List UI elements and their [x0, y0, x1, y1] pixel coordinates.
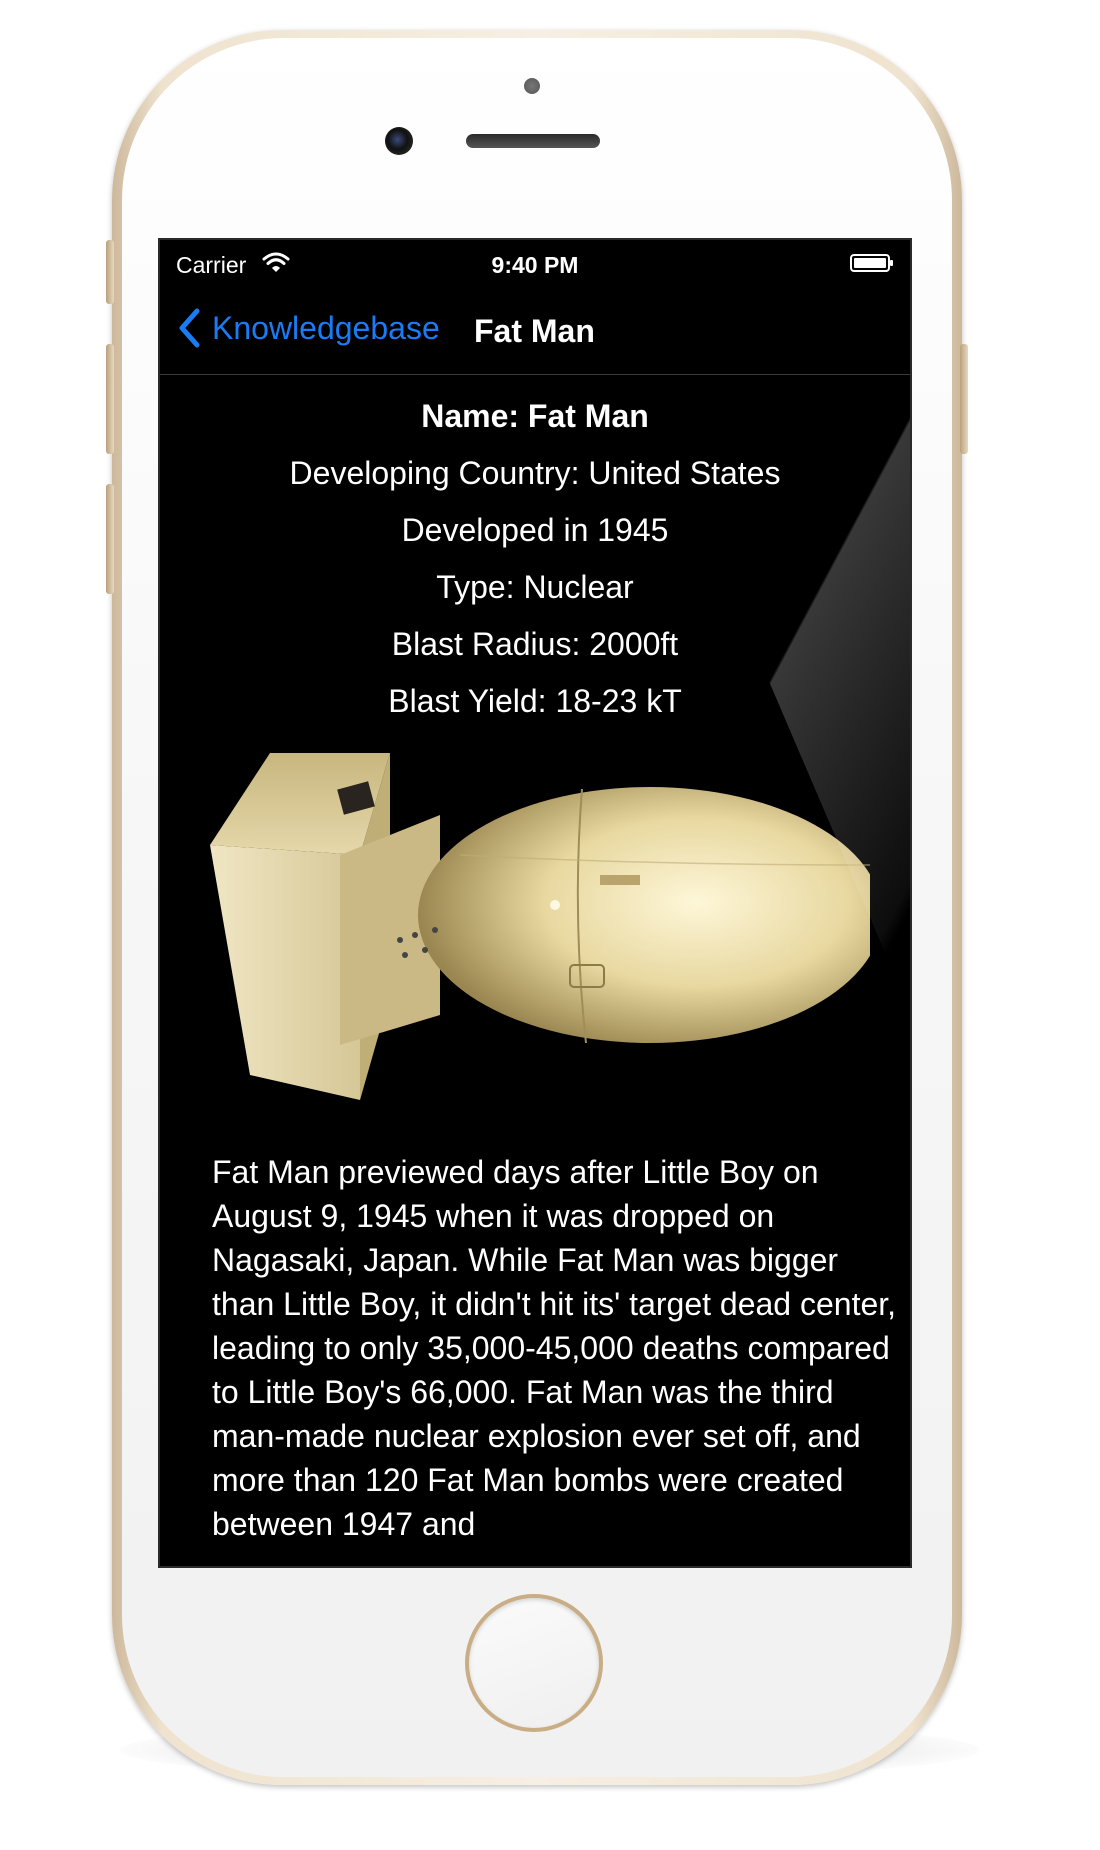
- detail-blast-radius: Blast Radius: 2000ft: [391, 626, 679, 662]
- detail-country: Developing Country: United States: [289, 455, 781, 491]
- chevron-left-icon: [179, 308, 200, 348]
- side-button-mute: [106, 240, 114, 304]
- navigation-bar: Knowledgebase Fat Man: [160, 286, 910, 375]
- earpiece-speaker: [466, 134, 600, 148]
- battery-icon: [850, 254, 893, 272]
- back-button-label: Knowledgebase: [212, 309, 440, 346]
- detail-developed: Developed in 1945: [401, 512, 669, 548]
- description-text: Fat Man previewed days after Little Boy …: [212, 1154, 897, 1542]
- weapon-details: Name: Fat Man Developing Country: United…: [160, 388, 910, 730]
- side-button-volume-up: [106, 344, 114, 454]
- screen: Carrier 9:40 PM Knowledgebase Fat Man Na…: [158, 238, 912, 1568]
- detail-name: Name: Fat Man: [421, 398, 649, 434]
- fat-man-bomb-image: [210, 753, 870, 1100]
- home-button[interactable]: [465, 1594, 603, 1732]
- front-camera: [385, 127, 413, 155]
- nav-title: Fat Man: [474, 313, 595, 349]
- status-time: 9:40 PM: [491, 252, 579, 278]
- side-button-power: [960, 344, 968, 454]
- proximity-sensor: [524, 78, 540, 94]
- status-bar: Carrier 9:40 PM: [160, 240, 910, 286]
- detail-blast-yield: Blast Yield: 18-23 kT: [388, 683, 682, 719]
- back-button[interactable]: Knowledgebase: [178, 308, 440, 348]
- side-button-volume-down: [106, 484, 114, 594]
- detail-type: Type: Nuclear: [436, 569, 634, 605]
